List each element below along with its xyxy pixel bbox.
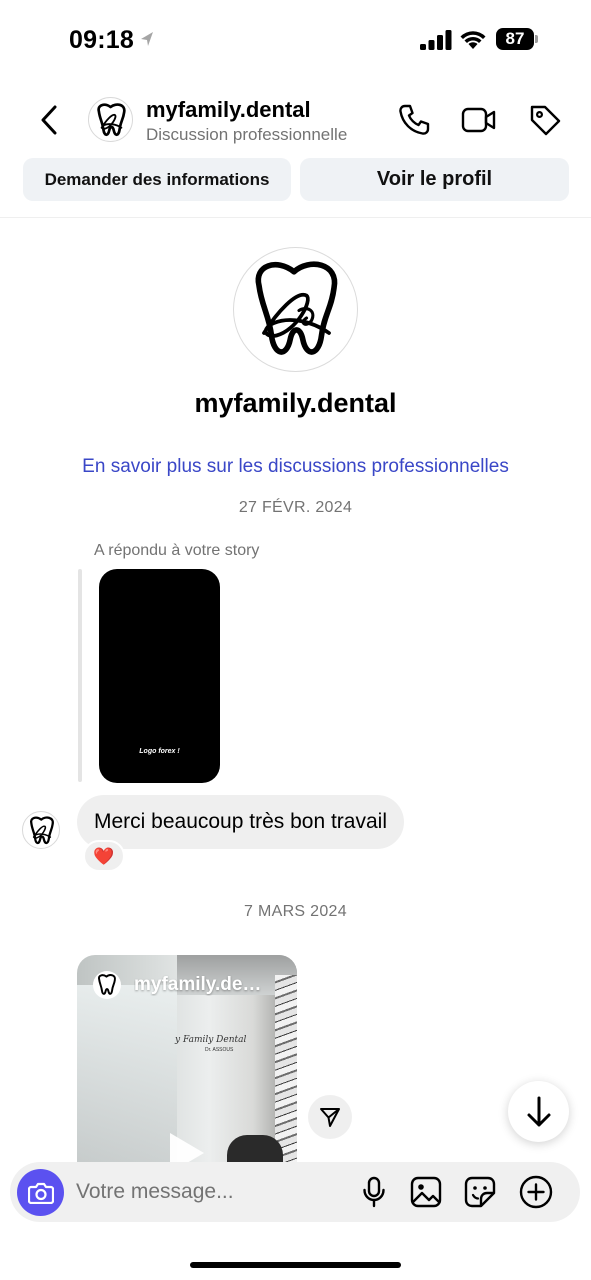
- shared-post[interactable]: y Family Dental Dr. ASSOUS myfamily.dent…: [77, 955, 297, 1165]
- date-separator: 7 MARS 2024: [244, 903, 347, 920]
- profile-avatar[interactable]: [233, 247, 358, 372]
- tooth-logo-icon: [255, 261, 338, 355]
- post-image-sign-sub: Dr. ASSOUS: [205, 1047, 234, 1053]
- tooth-logo-icon: [29, 816, 54, 845]
- quote-bar: [78, 569, 82, 782]
- arrow-down-icon: [527, 1096, 550, 1126]
- message-composer: [10, 1162, 580, 1222]
- header-divider: [0, 217, 591, 218]
- status-time: 09:18: [69, 26, 134, 54]
- paper-plane-icon: [320, 1108, 340, 1127]
- date-separator: 27 FÉVR. 2024: [238, 499, 353, 516]
- play-icon: [170, 1133, 204, 1165]
- back-button[interactable]: [34, 100, 64, 140]
- microphone-icon: [363, 1176, 385, 1208]
- plus-circle-icon: [519, 1175, 553, 1209]
- tooth-logo-icon: [98, 974, 116, 995]
- learn-more-link[interactable]: En savoir plus sur les discussions profe…: [0, 456, 591, 478]
- camera-button[interactable]: [17, 1169, 64, 1216]
- sticker-icon: [464, 1176, 496, 1208]
- voice-message-button[interactable]: [356, 1174, 392, 1210]
- heart-reaction[interactable]: ❤️: [83, 840, 125, 872]
- request-info-button[interactable]: Demander des informations: [23, 158, 291, 201]
- post-avatar: [93, 971, 121, 999]
- image-icon: [410, 1176, 442, 1208]
- label-button[interactable]: [527, 102, 563, 138]
- post-image-glass: [77, 985, 177, 1165]
- video-camera-icon: [461, 107, 496, 133]
- location-icon: [141, 32, 153, 46]
- header-title[interactable]: myfamily.dental: [146, 97, 311, 123]
- post-image-sign: y Family Dental: [175, 1035, 247, 1045]
- header-avatar[interactable]: [88, 97, 133, 142]
- message-input[interactable]: [76, 1172, 346, 1212]
- battery-level: 87: [496, 28, 534, 50]
- tooth-logo-icon: [97, 103, 126, 137]
- camera-icon: [27, 1182, 54, 1204]
- chevron-left-icon: [41, 105, 57, 135]
- phone-icon: [399, 104, 430, 135]
- sender-avatar[interactable]: [22, 811, 60, 849]
- header-subtitle: Discussion professionnelle: [146, 125, 348, 144]
- post-header: myfamily.dental: [93, 971, 264, 999]
- share-button[interactable]: [308, 1095, 352, 1139]
- story-reply-label: A répondu à votre story: [94, 542, 260, 559]
- battery-tip: [535, 35, 538, 43]
- view-profile-button[interactable]: Voir le profil: [300, 158, 569, 201]
- story-thumbnail[interactable]: Logo forex !: [99, 569, 220, 783]
- message-bubble[interactable]: Merci beaucoup très bon travail: [77, 795, 404, 849]
- more-options-button[interactable]: [518, 1174, 554, 1210]
- call-button[interactable]: [396, 102, 432, 138]
- post-image-marble: [275, 975, 297, 1165]
- heart-icon: ❤️: [93, 846, 115, 866]
- post-account-name: myfamily.dental: [134, 974, 264, 995]
- profile-name: myfamily.dental: [194, 388, 397, 418]
- wifi-icon: [460, 31, 486, 49]
- battery-indicator: 87: [496, 28, 538, 50]
- post-image-chair: [227, 1135, 283, 1165]
- video-call-button[interactable]: [461, 102, 497, 138]
- home-indicator: [190, 1262, 401, 1268]
- cellular-signal-icon: [420, 30, 452, 50]
- tag-icon: [530, 105, 561, 136]
- scroll-to-bottom-button[interactable]: [508, 1081, 569, 1142]
- sticker-button[interactable]: [462, 1174, 498, 1210]
- story-caption: Logo forex !: [139, 748, 180, 755]
- gallery-button[interactable]: [408, 1174, 444, 1210]
